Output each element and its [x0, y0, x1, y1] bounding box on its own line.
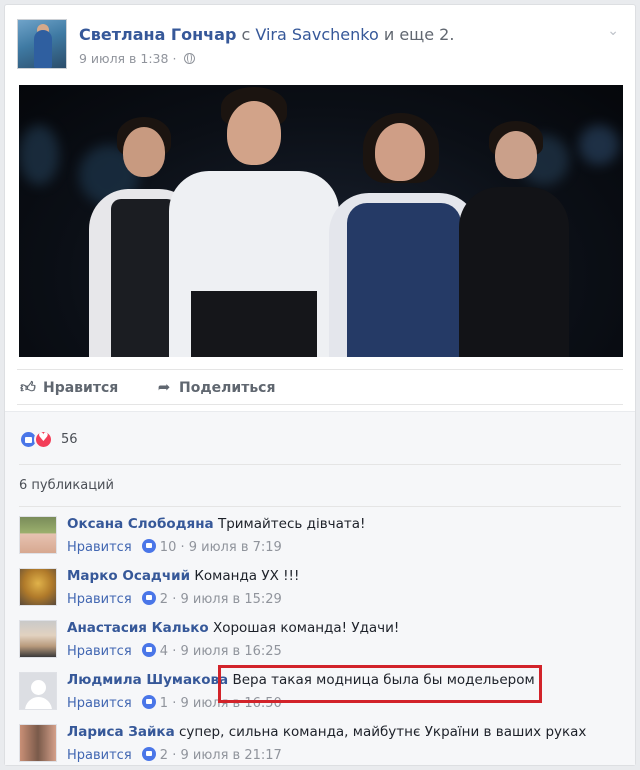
comment-body: Оксана Слободяна Тримайтесь дівчата! [67, 516, 365, 532]
reactions-count: 56 [61, 432, 78, 447]
tagged-others-link[interactable]: и еще 2. [384, 25, 455, 44]
commenter-avatar[interactable] [19, 724, 57, 762]
meta-separator: · [172, 644, 177, 659]
comment-like-link[interactable]: Нравится [67, 540, 132, 555]
comment-like-count[interactable]: 4 [160, 644, 168, 659]
shares-count-link[interactable]: 6 публикаций [19, 478, 114, 493]
commenter-avatar[interactable] [19, 516, 57, 554]
comment-item: Людмила Шумакова Вера такая модница была… [19, 665, 625, 718]
comment-text: супер, сильна команда, майбутнє України … [179, 724, 587, 740]
comment-item: Анастасия Калько Хорошая команда! Удачи!… [19, 618, 625, 666]
thumbs-up-icon: 👍︎ [20, 378, 36, 396]
share-button-label: Поделиться [179, 380, 276, 396]
share-arrow-icon: ➦ [157, 378, 171, 396]
comment-body: Лариса Зайка супер, сильна команда, майб… [67, 724, 586, 740]
comment-like-link[interactable]: Нравится [67, 592, 132, 607]
meta-separator: · [180, 540, 185, 555]
like-button[interactable]: 👍︎ Нравится [19, 378, 118, 397]
comment-like-link[interactable]: Нравится [67, 644, 132, 659]
like-count-icon [141, 643, 156, 657]
comment-body: Анастасия Калько Хорошая команда! Удачи! [67, 620, 399, 636]
comment-meta: Нравится 1 · 9 июля в 16:50 [67, 695, 282, 711]
tagged-person-link[interactable]: Vira Savchenko [255, 25, 378, 44]
comment-like-link[interactable]: Нравится [67, 696, 132, 711]
commenter-name-link[interactable]: Лариса Зайка [67, 724, 175, 740]
feedback-section: 56 6 публикаций Оксана Слободяна Тримайт… [5, 411, 635, 765]
comment-text: Хорошая команда! Удачи! [212, 620, 400, 636]
comment-time[interactable]: 9 июля в 16:25 [181, 644, 282, 659]
comment-meta: Нравится 10 · 9 июля в 7:19 [67, 539, 282, 555]
comment-meta: Нравится 2 · 9 июля в 21:17 [67, 747, 282, 763]
comment-text: Тримайтесь дівчата! [217, 516, 366, 532]
with-word: с [241, 25, 251, 44]
comment-body: Марко Осадчий Команда УХ !!! [67, 568, 299, 584]
share-button[interactable]: ➦ Поделиться [155, 378, 276, 396]
post-header: Светлана Гончар с Vira Savchenko и еще 2… [17, 19, 623, 75]
meta-separator: · [172, 51, 177, 66]
love-reaction-icon [34, 430, 53, 449]
post-meta: 9 июля в 1:38 · [79, 51, 196, 66]
chevron-down-icon[interactable]: ⌄ [607, 23, 619, 39]
comment-meta: Нравится 4 · 9 июля в 16:25 [67, 643, 282, 659]
like-button-label: Нравится [43, 380, 119, 396]
globe-icon [184, 53, 196, 64]
like-count-icon [141, 539, 156, 553]
comment-time[interactable]: 9 июля в 15:29 [181, 592, 282, 607]
commenter-avatar-placeholder[interactable] [19, 672, 57, 710]
comment-text: Команда УХ !!! [194, 568, 300, 584]
comment-time[interactable]: 9 июля в 16:50 [181, 696, 282, 711]
like-count-icon [141, 747, 156, 761]
comment-like-count[interactable]: 2 [160, 592, 168, 607]
post-card: Светлана Гончар с Vira Savchenko и еще 2… [4, 4, 636, 766]
commenter-avatar[interactable] [19, 568, 57, 606]
comment-meta: Нравится 2 · 9 июля в 15:29 [67, 591, 282, 607]
meta-separator: · [172, 748, 177, 763]
comment-time[interactable]: 9 июля в 21:17 [181, 748, 282, 763]
like-count-icon [141, 591, 156, 605]
author-name-link[interactable]: Светлана Гончар [79, 25, 236, 44]
commenter-name-link[interactable]: Людмила Шумакова [67, 672, 228, 688]
post-actions-bar: 👍︎ Нравится ➦ Поделиться [17, 369, 623, 405]
commenter-avatar[interactable] [19, 620, 57, 658]
meta-separator: · [172, 592, 177, 607]
divider [19, 464, 621, 465]
comment-like-count[interactable]: 1 [160, 696, 168, 711]
commenter-name-link[interactable]: Оксана Слободяна [67, 516, 214, 532]
comment-body: Людмила Шумакова Вера такая модница была… [67, 672, 535, 688]
commenter-name-link[interactable]: Анастасия Калько [67, 620, 209, 636]
comment-like-link[interactable]: Нравится [67, 748, 132, 763]
post-photo[interactable] [19, 85, 623, 357]
comment-item: Марко Осадчий Команда УХ !!! Нравится 2 … [19, 566, 625, 614]
comment-item: Оксана Слободяна Тримайтесь дівчата! Нра… [19, 514, 625, 562]
commenter-name-link[interactable]: Марко Осадчий [67, 568, 190, 584]
comment-time[interactable]: 9 июля в 7:19 [189, 540, 282, 555]
post-date[interactable]: 9 июля в 1:38 [79, 51, 168, 66]
comment-like-count[interactable]: 2 [160, 748, 168, 763]
comment-like-count[interactable]: 10 [160, 540, 177, 555]
author-line: Светлана Гончар с Vira Savchenko и еще 2… [79, 25, 454, 44]
author-avatar[interactable] [17, 19, 67, 69]
divider [19, 506, 621, 507]
meta-separator: · [172, 696, 177, 711]
comment-text: Вера такая модница была бы модельером [232, 672, 535, 688]
comment-item: Лариса Зайка супер, сильна команда, майб… [19, 722, 625, 770]
like-count-icon [141, 695, 156, 709]
